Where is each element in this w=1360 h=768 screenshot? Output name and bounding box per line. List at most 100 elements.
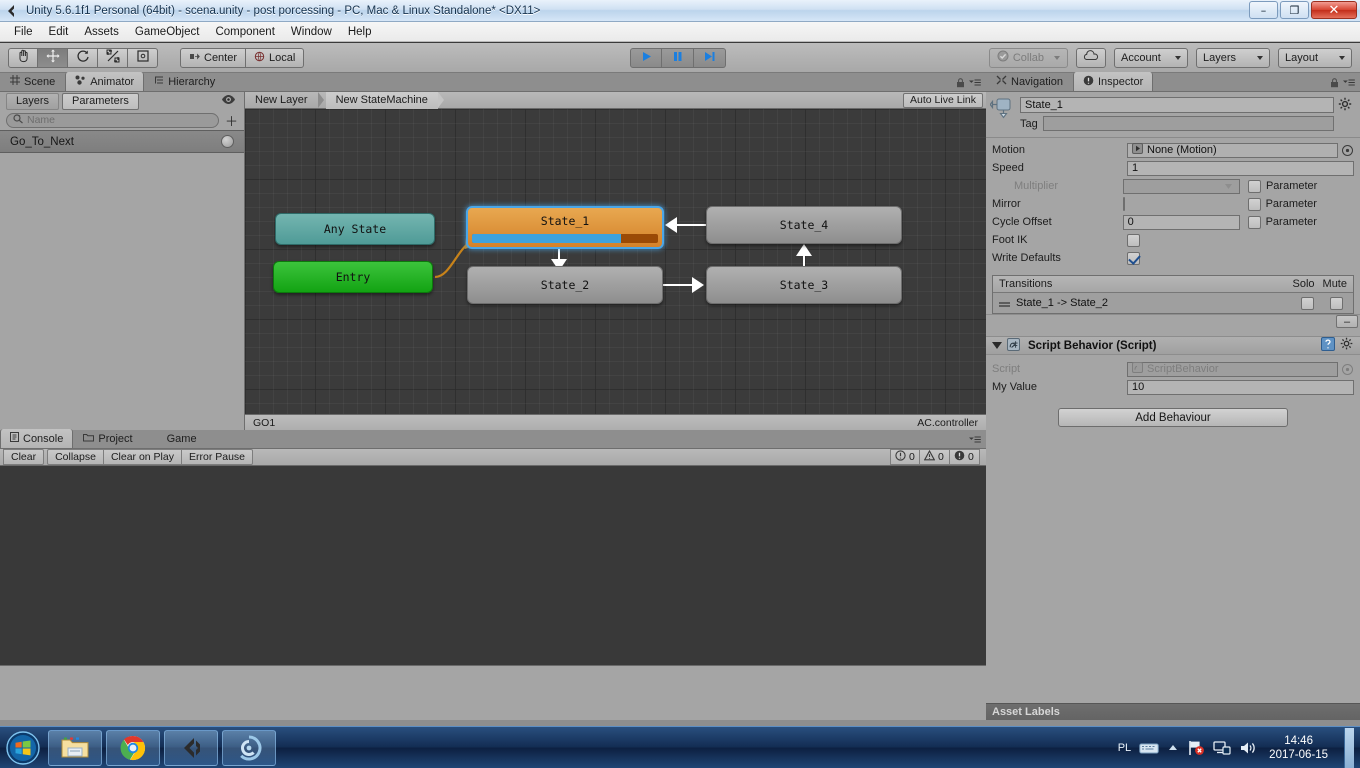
menu-edit[interactable]: Edit [41,24,77,40]
taskbar-clock[interactable]: 14:46 2017-06-15 [1265,734,1332,762]
taskbar-chrome[interactable] [106,729,160,766]
state-node-state-2[interactable]: State_2 [467,266,663,304]
pivot-mode-button[interactable]: Center [180,47,247,68]
tab-scene[interactable]: Scene [0,72,65,91]
error-pause-button[interactable]: Error Pause [181,449,254,465]
gear-icon[interactable] [1340,337,1354,354]
transition-solo-checkbox[interactable] [1301,296,1314,310]
volume-icon[interactable] [1239,740,1257,756]
action-center-icon[interactable] [1187,740,1205,756]
pause-button[interactable] [662,47,694,68]
gear-icon[interactable] [1338,97,1354,113]
cycle-offset-parameter-checkbox[interactable] [1247,215,1261,229]
menu-window[interactable]: Window [283,24,340,40]
tab-game[interactable]: Game [143,429,207,448]
state-node-entry[interactable]: Entry [273,261,433,293]
show-hidden-icons-button[interactable] [1167,743,1179,753]
restore-button[interactable]: ❐ [1280,1,1309,19]
trigger-toggle-icon[interactable] [221,135,234,148]
add-parameter-button[interactable]: ＋ [225,111,238,130]
warning-counter[interactable]: 0 [920,449,950,465]
multiplier-parameter-toggle[interactable]: Parameter [1247,179,1354,193]
show-desktop-button[interactable] [1344,727,1354,768]
tag-input[interactable] [1042,116,1334,131]
collab-button[interactable]: Collab [988,47,1068,68]
mirror-parameter-checkbox[interactable] [1247,197,1261,211]
collapse-button[interactable]: Collapse [47,449,104,465]
keyboard-icon[interactable] [1139,741,1159,755]
drag-handle-icon[interactable] [999,302,1010,304]
cycle-offset-parameter-toggle[interactable]: Parameter [1247,215,1354,229]
tab-animator[interactable]: Animator [65,72,145,91]
speed-input[interactable]: 1 [1127,160,1354,176]
animator-graph[interactable]: Any State Entry State_1 State_2 State_4 … [245,109,986,414]
mirror-parameter-toggle[interactable]: Parameter [1247,197,1354,211]
breadcrumb-new-layer[interactable]: New Layer [245,91,324,109]
transition-mute-checkbox[interactable] [1330,296,1343,310]
lock-icon[interactable] [956,78,965,91]
add-behaviour-button[interactable]: Add Behaviour [1058,408,1288,427]
subtab-parameters[interactable]: Parameters [62,92,139,110]
remove-transition-button[interactable]: – [1336,315,1358,328]
my-value-input[interactable]: 10 [1127,379,1354,395]
foldout-icon[interactable] [992,342,1002,349]
clear-button[interactable]: Clear [3,449,45,465]
move-tool-button[interactable] [38,47,68,68]
layers-dropdown[interactable]: Layers [1196,47,1270,68]
console-log-area[interactable] [0,466,986,666]
info-counter[interactable]: 0 [950,449,980,465]
panel-menu-icon[interactable] [969,435,981,448]
state-name-input[interactable]: State_1 [1020,97,1334,113]
tab-inspector[interactable]: Inspector [1072,72,1154,91]
state-node-state-3[interactable]: State_3 [706,266,902,304]
state-node-state-4[interactable]: State_4 [706,206,902,244]
menu-gameobject[interactable]: GameObject [127,24,208,40]
cycle-offset-input[interactable]: 0 [1122,214,1240,230]
step-button[interactable] [694,47,726,68]
multiplier-parameter-checkbox[interactable] [1247,179,1261,193]
network-icon[interactable] [1213,740,1231,756]
error-counter[interactable]: 0 [890,449,920,465]
services-button[interactable] [1076,47,1106,68]
motion-object-field[interactable]: None (Motion) [1127,142,1338,158]
rotate-tool-button[interactable] [68,47,98,68]
panel-menu-icon[interactable] [969,78,981,91]
parameter-row[interactable]: Go_To_Next [0,131,244,153]
menu-file[interactable]: File [6,24,41,40]
rect-tool-button[interactable] [128,47,158,68]
lock-icon[interactable] [1330,78,1339,91]
panel-menu-icon[interactable] [1343,78,1355,91]
transition-row[interactable]: State_1 -> State_2 [993,293,1353,313]
minimize-button[interactable]: – [1249,1,1278,19]
taskbar-unity[interactable] [164,729,218,766]
menu-assets[interactable]: Assets [76,24,127,40]
component-header-script-behavior[interactable]: Script Behavior (Script) [986,336,1360,355]
state-node-state-1[interactable]: State_1 [466,206,664,249]
inspector-panel-menu[interactable] [1330,78,1360,91]
eye-icon[interactable] [221,94,236,108]
console-detail-area[interactable] [0,666,986,720]
tab-hierarchy[interactable]: Hierarchy [144,72,225,91]
asset-labels-bar[interactable]: Asset Labels [986,703,1360,720]
language-indicator[interactable]: PL [1118,742,1131,754]
tab-console[interactable]: Console [0,429,74,448]
account-dropdown[interactable]: Account [1114,47,1188,68]
breadcrumb-new-statemachine[interactable]: New StateMachine [325,91,444,109]
console-panel-menu[interactable] [969,435,986,448]
object-picker-icon[interactable] [1341,144,1354,157]
play-button[interactable] [630,47,662,68]
menu-component[interactable]: Component [207,24,282,40]
auto-live-link-button[interactable]: Auto Live Link [903,92,983,108]
hand-tool-button[interactable] [8,47,38,68]
animator-panel-menu[interactable] [956,78,986,91]
foot-ik-checkbox[interactable] [1127,233,1140,247]
start-button[interactable] [2,728,44,768]
search-input[interactable]: Name [6,112,219,128]
mirror-checkbox[interactable] [1122,197,1125,211]
tab-project[interactable]: Project [73,429,142,448]
write-defaults-checkbox[interactable] [1127,251,1140,265]
taskbar-app[interactable] [222,729,276,766]
taskbar-explorer[interactable] [48,729,102,766]
menu-help[interactable]: Help [340,24,380,40]
state-node-any-state[interactable]: Any State [275,213,435,245]
